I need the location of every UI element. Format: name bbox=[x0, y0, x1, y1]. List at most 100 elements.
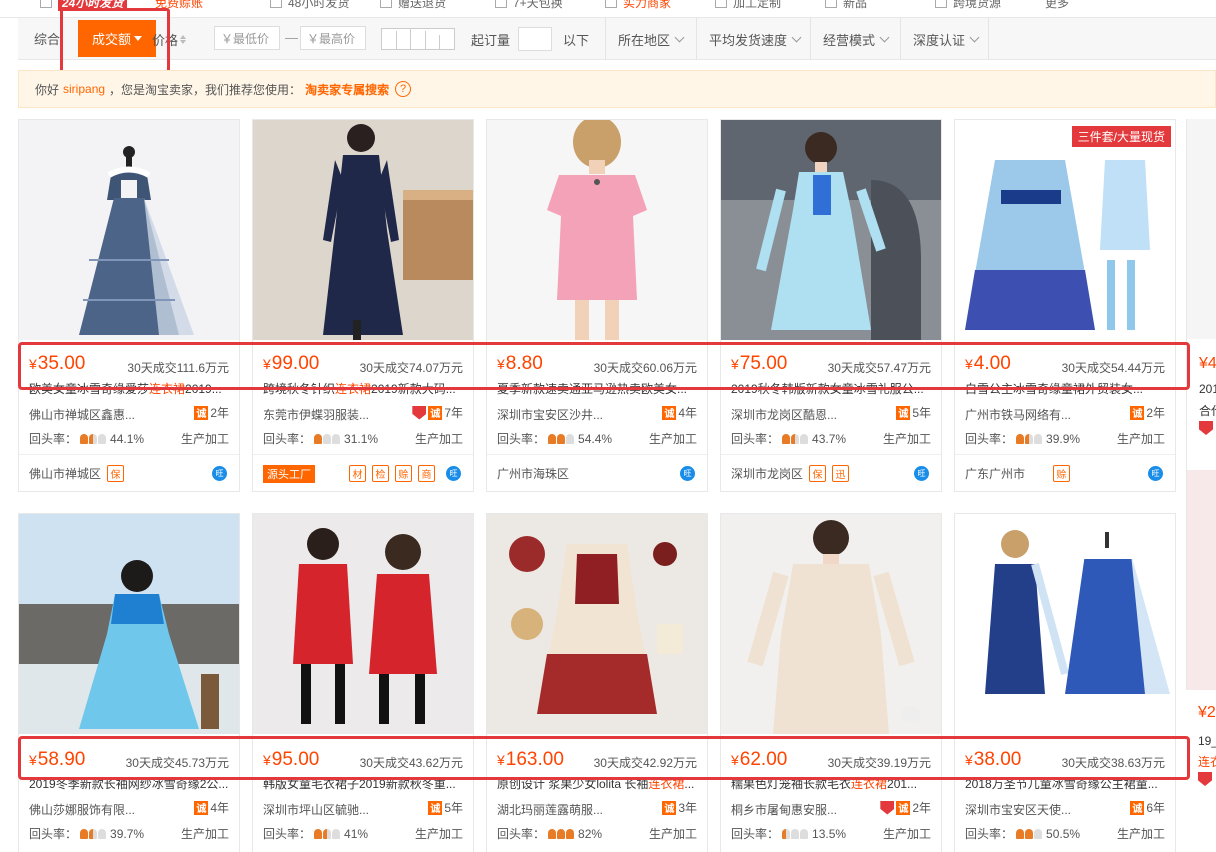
product-card[interactable]: ¥163.00 30天成交42.92万元 原创设计 浆果少女lolita 长袖连… bbox=[486, 513, 708, 852]
repeat-rate: 回头率： 39.7% bbox=[29, 826, 145, 842]
filter-new[interactable]: 新品 bbox=[825, 0, 867, 10]
product-card[interactable]: ¥35.00 30天成交111.6万元 欧美女童冰雪奇缘爱莎连衣裙2019...… bbox=[18, 119, 240, 492]
depth-cert-dropdown[interactable]: 深度认证 bbox=[900, 18, 980, 60]
notice-username[interactable]: siripang bbox=[63, 82, 105, 96]
merchant-icon[interactable]: 商 bbox=[418, 465, 435, 482]
company-name[interactable]: 深圳市宝安区天使... bbox=[965, 801, 1071, 818]
company-name[interactable]: 深圳市龙岗区酷恩... bbox=[731, 406, 837, 423]
company-name[interactable]: 东莞市伊蝶羽服装... bbox=[263, 406, 369, 423]
product-card[interactable]: 三件套/大量现货 ¥4.00 30天成交54.44万元 白雪公主冰雪奇缘童裙外贸… bbox=[954, 119, 1176, 492]
credit-icon[interactable]: 赊 bbox=[1053, 465, 1071, 482]
ship-speed-dropdown[interactable]: 平均发货速度 bbox=[696, 18, 802, 60]
product-card-partial[interactable]: ¥2 19_ 连衣 bbox=[1186, 470, 1216, 852]
trust-badge-icon: 诚 bbox=[428, 405, 443, 420]
repeat-rate: 回头率： 82% bbox=[497, 826, 603, 842]
product-image[interactable] bbox=[721, 514, 941, 734]
material-icon[interactable]: 材 bbox=[349, 465, 366, 482]
repeat-rate: 回头率： 54.4% bbox=[497, 431, 613, 447]
source-factory-badge: 源头工厂 bbox=[263, 464, 315, 483]
membership-years: 诚 2年 bbox=[880, 799, 931, 816]
aliwangwang-icon[interactable]: 旺 bbox=[680, 466, 695, 481]
biz-model-dropdown[interactable]: 经营模式 bbox=[810, 18, 890, 60]
fast-ship-icon[interactable]: 迅 bbox=[832, 465, 850, 482]
membership-years: 诚 2年 bbox=[1130, 405, 1165, 420]
trust-badge-icon: 诚 bbox=[896, 405, 911, 420]
company-name[interactable]: 佛山莎娜服饰有限... bbox=[29, 801, 135, 818]
repeat-rate: 回头率： 13.5% bbox=[731, 826, 847, 842]
aliwangwang-icon[interactable]: 旺 bbox=[914, 466, 929, 481]
product-image[interactable]: 三件套/大量现货 bbox=[955, 120, 1175, 340]
repeat-people-icon bbox=[548, 433, 575, 444]
guarantee-icon[interactable]: 保 bbox=[809, 465, 827, 482]
repeat-people-icon bbox=[782, 433, 809, 444]
business-type: 生产加工 bbox=[648, 432, 697, 446]
membership-years: 诚 5年 bbox=[428, 800, 463, 815]
max-price-input[interactable]: ￥最高价 bbox=[300, 26, 366, 50]
company-name[interactable]: 深圳市坪山区毓驰... bbox=[263, 801, 369, 818]
notice-text: ，您是淘宝卖家，我们推荐您使用： bbox=[109, 82, 302, 97]
product-image[interactable] bbox=[487, 120, 707, 340]
repeat-rate: 回头率： 41% bbox=[263, 826, 369, 842]
guarantee-icon[interactable]: 保 bbox=[107, 465, 125, 482]
company-name[interactable]: 广州市铁马网络有... bbox=[965, 406, 1071, 423]
company-name[interactable]: 佛山市禅城区鑫惠... bbox=[29, 406, 135, 423]
repeat-rate: 回头率： 43.7% bbox=[731, 431, 847, 447]
product-card[interactable]: ¥38.00 30天成交38.63万元 2018万圣节儿童冰雪奇缘公主裙童...… bbox=[954, 513, 1176, 852]
credit-icon[interactable]: 赊 bbox=[395, 465, 412, 482]
supplier-location: 深圳市龙岗区 bbox=[731, 467, 804, 481]
price-distribution-chart[interactable] bbox=[381, 28, 455, 50]
product-card[interactable]: ¥75.00 30天成交57.47万元 2019秋冬韩版新款女童冰雪礼服公...… bbox=[720, 119, 942, 492]
shield-icon bbox=[412, 405, 427, 420]
filter-return[interactable]: 赠送退货 bbox=[380, 0, 446, 10]
repeat-rate: 回头率： 50.5% bbox=[965, 826, 1081, 842]
product-title: 19_ bbox=[1198, 734, 1216, 748]
filter-48h[interactable]: 48小时发货 bbox=[270, 0, 349, 10]
filter-exchange[interactable]: 7+天包换 bbox=[495, 0, 563, 10]
promo-tag: 三件套/大量现货 bbox=[1071, 126, 1171, 147]
aliwangwang-icon[interactable]: 旺 bbox=[446, 466, 461, 481]
filter-more[interactable]: 更多 bbox=[1045, 0, 1069, 10]
product-image[interactable] bbox=[487, 514, 707, 734]
repeat-people-icon bbox=[548, 828, 575, 839]
product-title: 201 bbox=[1199, 382, 1216, 396]
seller-notice-bar: 你好 siripang ，您是淘宝卖家，我们推荐您使用： 淘卖家专属搜索 ? bbox=[18, 70, 1216, 108]
product-image[interactable] bbox=[19, 120, 239, 340]
service-filter-strip: 24小时发货 免费赊账 48小时发货 赠送退货 7+天包换 实力商家 加工定制 … bbox=[0, 0, 1216, 18]
company-name[interactable]: 湖北玛丽莲露萌服... bbox=[497, 801, 603, 818]
aliwangwang-icon[interactable]: 旺 bbox=[1148, 466, 1163, 481]
company-name[interactable]: 桐乡市屠甸惠安服... bbox=[731, 801, 837, 818]
moq-suffix: 以下 bbox=[563, 32, 590, 48]
price-row-highlight-2 bbox=[18, 736, 1190, 780]
filter-crossborder[interactable]: 跨境货源 bbox=[935, 0, 1001, 10]
filter-custom[interactable]: 加工定制 bbox=[715, 0, 781, 10]
membership-years: 诚 6年 bbox=[1130, 800, 1165, 815]
product-card[interactable]: ¥8.80 30天成交60.06万元 夏季新款速卖通亚马逊热卖欧美女... 深圳… bbox=[486, 119, 708, 492]
min-price-input[interactable]: ￥最低价 bbox=[214, 26, 280, 50]
membership-years: 诚 4年 bbox=[194, 800, 229, 815]
product-image[interactable] bbox=[19, 514, 239, 734]
product-image[interactable] bbox=[253, 120, 473, 340]
business-type: 生产加工 bbox=[882, 432, 931, 446]
chevron-down-icon bbox=[791, 32, 802, 42]
location-dropdown[interactable]: 所在地区 bbox=[605, 18, 685, 60]
moq-input[interactable] bbox=[518, 27, 552, 51]
product-card[interactable]: ¥62.00 30天成交39.19万元 糯果色灯笼袖长款毛衣连衣裙201... … bbox=[720, 513, 942, 852]
supplier-location: 佛山市禅城区 bbox=[29, 467, 102, 481]
repeat-people-icon bbox=[80, 828, 107, 839]
product-card[interactable]: ¥58.90 30天成交45.73万元 2019冬季新款长袖网纱冰雪奇缘2公..… bbox=[18, 513, 240, 852]
sort-overall[interactable]: 综合 bbox=[18, 18, 64, 60]
filter-strong-seller[interactable]: 实力商家 bbox=[605, 0, 671, 10]
aliwangwang-icon[interactable]: 旺 bbox=[212, 466, 227, 481]
company-name[interactable]: 深圳市宝安区沙井... bbox=[497, 406, 603, 423]
inspection-icon[interactable]: 检 bbox=[372, 465, 389, 482]
trust-badge-icon: 诚 bbox=[896, 800, 911, 815]
product-image[interactable] bbox=[253, 514, 473, 734]
product-card[interactable]: ¥99.00 30天成交74.07万元 跨境秋冬针织连衣裙2019新款大码...… bbox=[252, 119, 474, 492]
product-card-partial[interactable]: ¥4 201 合代 bbox=[1186, 119, 1216, 492]
trust-badge-icon: 诚 bbox=[662, 405, 677, 420]
product-image[interactable] bbox=[721, 120, 941, 340]
product-card[interactable]: ¥95.00 30天成交43.62万元 韩版女童毛衣裙子2019新款秋冬重...… bbox=[252, 513, 474, 852]
help-icon[interactable]: ? bbox=[395, 81, 412, 97]
product-image[interactable] bbox=[955, 514, 1175, 734]
seller-search-link[interactable]: 淘卖家专属搜索 bbox=[305, 81, 389, 98]
